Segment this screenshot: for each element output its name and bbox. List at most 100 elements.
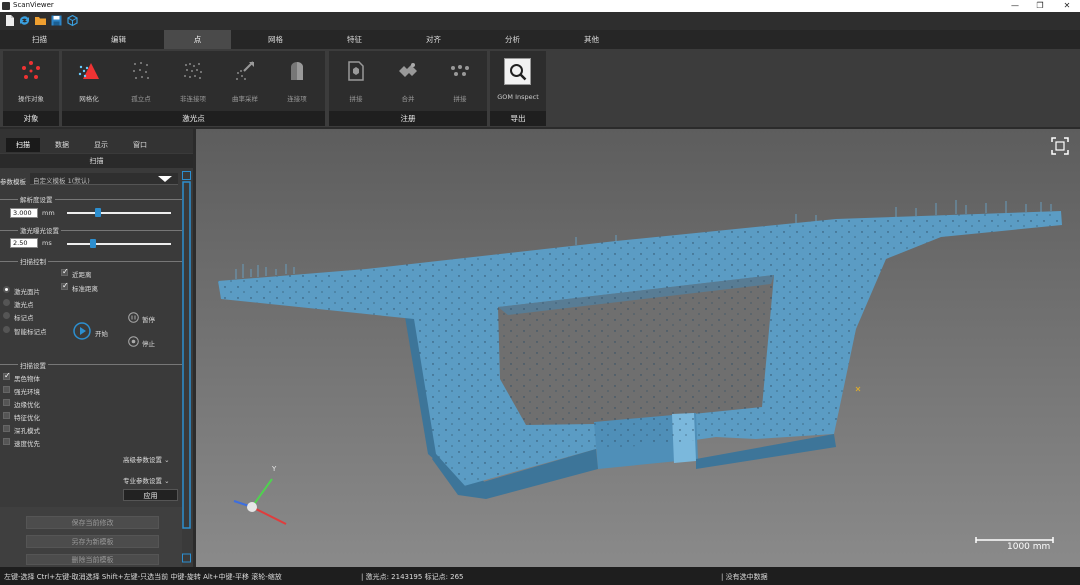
mode-label: 激光点 — [14, 301, 34, 309]
resolution-slider-thumb[interactable] — [95, 208, 102, 217]
non-connected-label: 非连接项 — [180, 95, 206, 103]
mode-smart-marker-radio[interactable] — [3, 326, 10, 333]
scan-settings-title: 扫描设置 — [18, 360, 48, 370]
stitch-button[interactable]: 拼接 — [331, 55, 381, 105]
merge-label: 合并 — [401, 95, 415, 103]
view-fit-icon[interactable] — [1051, 137, 1069, 155]
start-label: 开始 — [95, 330, 108, 338]
setting-label: 强光环境 — [14, 388, 40, 396]
template-label: 参数模板 — [0, 178, 26, 186]
exposure-slider[interactable] — [67, 243, 171, 245]
mode-label: 标记点 — [14, 314, 34, 322]
black-object-checkbox[interactable] — [3, 371, 11, 380]
search-icon — [504, 58, 531, 85]
gom-inspect-button[interactable]: GOM Inspect — [493, 55, 543, 105]
panel-tabs: 扫描 数据 显示 窗口 — [0, 129, 193, 153]
delete-template-button[interactable]: 删除当前模板 — [26, 554, 159, 565]
quick-access-toolbar — [0, 12, 1080, 30]
connected-items-button[interactable]: 连接项 — [272, 55, 322, 105]
save-icon[interactable] — [50, 14, 63, 27]
save-changes-button[interactable]: 保存当前修改 — [26, 516, 159, 529]
apply-button[interactable]: 应用 — [123, 489, 178, 501]
new-file-icon[interactable] — [3, 14, 16, 27]
meshing-label: 网格化 — [79, 95, 99, 103]
ribbon-group-title: 注册 — [329, 111, 487, 126]
panel-tab-scan[interactable]: 扫描 — [6, 138, 40, 152]
isolated-points-icon — [133, 62, 149, 79]
panel-tab-window[interactable]: 窗口 — [123, 138, 157, 152]
title-bar: ScanViewer — ❐ ✕ — [0, 0, 1080, 12]
tab-mesh[interactable]: 网格 — [242, 30, 309, 49]
app-icon — [2, 2, 10, 10]
tab-other[interactable]: 其他 — [558, 30, 625, 49]
tab-points[interactable]: 点 — [164, 30, 231, 49]
template-actions: 保存当前修改 另存为新模板 删除当前模板 — [0, 507, 182, 567]
resolution-slider[interactable] — [67, 212, 171, 214]
ribbon-group-title: 激光点 — [62, 111, 325, 126]
meshing-button[interactable]: 网格化 — [64, 55, 114, 105]
near-distance-checkbox[interactable] — [61, 267, 69, 276]
exposure-unit: ms — [42, 239, 52, 247]
edge-optimize-checkbox[interactable] — [3, 399, 10, 406]
deep-hole-checkbox[interactable] — [3, 425, 10, 432]
feature-optimize-checkbox[interactable] — [3, 412, 10, 419]
tab-scan[interactable]: 扫描 — [6, 30, 73, 49]
sync-icon[interactable] — [18, 14, 31, 27]
panel-scrollbar[interactable] — [182, 171, 191, 566]
template-select[interactable]: 自定义模板 1(默认) — [30, 173, 178, 185]
status-points: | 激光点: 2143195 标记点: 265 — [361, 573, 464, 581]
curvature-sampling-button[interactable]: 曲率采样 — [220, 55, 270, 105]
ribbon-group-title: 对象 — [3, 111, 59, 126]
ribbon-panel: 操作对象 对象 网格化 孤立点 非连接项 曲率采样 连接项 激光点 拼接 合并 … — [0, 49, 1080, 127]
tab-analysis[interactable]: 分析 — [479, 30, 546, 49]
standard-distance-checkbox[interactable] — [61, 281, 69, 290]
panel-tab-display[interactable]: 显示 — [84, 138, 118, 152]
3d-viewport[interactable]: Y 1000 mm — [196, 129, 1080, 567]
ribbon-group-registration: 拼接 合并 拼接 注册 — [329, 51, 487, 126]
ribbon-tabs: 扫描 编辑 点 网格 特征 对齐 分析 其他 — [0, 30, 1080, 49]
tab-align[interactable]: 对齐 — [400, 30, 467, 49]
app-title: ScanViewer — [13, 1, 54, 9]
professional-settings-toggle[interactable]: 专业参数设置 ⌄ — [123, 475, 170, 485]
exposure-input[interactable]: 2.50 — [10, 238, 38, 248]
merge-icon — [399, 63, 417, 77]
chevron-down-icon: ⌄ — [162, 477, 170, 485]
bright-light-checkbox[interactable] — [3, 386, 10, 393]
start-scan-button[interactable]: 开始 — [73, 322, 119, 340]
maximize-button[interactable]: ❐ — [1025, 0, 1055, 12]
mode-marker-radio[interactable] — [3, 312, 10, 319]
connected-items-label: 连接项 — [287, 95, 307, 103]
close-button[interactable]: ✕ — [1052, 0, 1080, 12]
operate-object-button[interactable]: 操作对象 — [6, 55, 56, 105]
advanced-settings-label: 高级参数设置 — [123, 456, 162, 464]
chevron-down-icon: ⌄ — [162, 456, 170, 464]
status-bar: 左键-选择 Ctrl+左键-取消选择 Shift+左键-只选当前 中键-旋转 A… — [0, 567, 1080, 585]
save-as-template-button[interactable]: 另存为新模板 — [26, 535, 159, 548]
stop-scan-button[interactable]: 停止 — [128, 336, 168, 348]
advanced-settings-toggle[interactable]: 高级参数设置 ⌄ — [123, 454, 170, 464]
tab-features[interactable]: 特征 — [321, 30, 388, 49]
resolution-input[interactable]: 3.000 — [10, 208, 38, 218]
template-value: 自定义模板 1(默认) — [33, 177, 90, 185]
speed-priority-checkbox[interactable] — [3, 438, 10, 445]
exposure-slider-thumb[interactable] — [90, 239, 96, 248]
open-folder-icon[interactable] — [34, 14, 47, 27]
merge-button[interactable]: 合并 — [383, 55, 433, 105]
setting-label: 深孔模式 — [14, 427, 40, 435]
mode-laser-point-radio[interactable] — [3, 299, 10, 306]
non-connected-button[interactable]: 非连接项 — [168, 55, 218, 105]
isolated-points-button[interactable]: 孤立点 — [116, 55, 166, 105]
pause-icon — [128, 312, 139, 323]
curvature-sampling-label: 曲率采样 — [232, 95, 258, 103]
connected-items-icon — [291, 62, 303, 80]
tab-edit[interactable]: 编辑 — [85, 30, 152, 49]
standard-distance-label: 标准距离 — [72, 285, 98, 293]
resolution-unit: mm — [42, 209, 55, 217]
cube-icon[interactable] — [66, 14, 79, 27]
stitch-points-button[interactable]: 拼接 — [435, 55, 485, 105]
near-distance-label: 近距离 — [72, 271, 92, 279]
pause-scan-button[interactable]: 暂停 — [128, 312, 168, 324]
isolated-points-label: 孤立点 — [131, 95, 151, 103]
mode-laser-patch-radio[interactable] — [3, 286, 10, 293]
panel-tab-data[interactable]: 数据 — [45, 138, 79, 152]
